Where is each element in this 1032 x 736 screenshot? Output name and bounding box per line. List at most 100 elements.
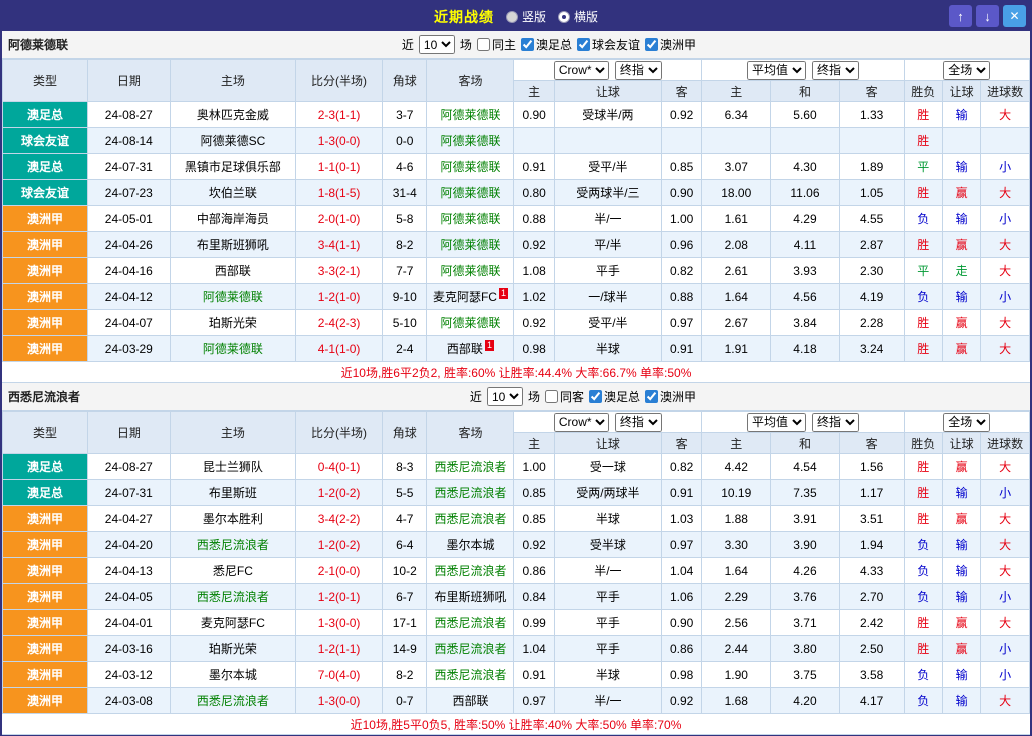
filter-checkbox-input[interactable] — [577, 38, 590, 51]
filter-checkbox-label: 澳洲甲 — [660, 36, 696, 53]
filter-checkbox-input[interactable] — [645, 390, 658, 403]
handicap-line: 受平/半 — [554, 310, 661, 336]
overunder-result-cell: 大 — [981, 102, 1030, 128]
radio-horizontal[interactable]: 横版 — [558, 8, 598, 25]
handicap-away-odds: 0.92 — [661, 102, 701, 128]
move-up-button[interactable]: ↑ — [949, 5, 972, 27]
handicap-line: 受半球 — [554, 532, 661, 558]
match-date: 24-04-20 — [87, 532, 170, 558]
result-cell: 负 — [904, 284, 942, 310]
odds-provider-select[interactable]: Crow* — [554, 61, 609, 80]
euro-draw-odds — [771, 128, 840, 154]
radio-horizontal-icon[interactable] — [558, 11, 570, 23]
radio-vertical-icon[interactable] — [506, 11, 518, 23]
recent-count-select[interactable]: 10 — [487, 387, 523, 406]
filter-checkbox[interactable]: 同客 — [545, 388, 584, 405]
odds-provider-select[interactable]: Crow* — [554, 413, 609, 432]
section-header: 阿德莱德联 近10场同主澳足总球会友谊澳洲甲 — [2, 31, 1030, 59]
corner-cell: 14-9 — [383, 636, 427, 662]
recent-count-select[interactable]: 10 — [419, 35, 455, 54]
titlebar-buttons: ↑ ↓ ✕ — [949, 5, 1026, 27]
euro-final-select[interactable]: 终指 — [812, 413, 859, 432]
results-body: 澳足总 24-08-27 奥林匹克金威 2-3(1-1) 3-7 阿德莱德联 0… — [3, 102, 1030, 362]
odds-final-select[interactable]: 终指 — [615, 61, 662, 80]
score-cell: 3-3(2-1) — [296, 258, 383, 284]
score-cell: 2-0(1-0) — [296, 206, 383, 232]
handicap-result-cell: 赢 — [942, 454, 980, 480]
table-row: 澳洲甲 24-03-16 珀斯光荣 1-2(1-1) 14-9 西悉尼流浪者 1… — [3, 636, 1030, 662]
handicap-home-odds: 0.85 — [514, 480, 554, 506]
euro-draw-odds: 4.20 — [771, 688, 840, 714]
team-name: 西悉尼流浪者 — [434, 616, 506, 630]
filter-checkbox-input[interactable] — [645, 38, 658, 51]
handicap-result-cell: 赢 — [942, 180, 980, 206]
filter-checkbox[interactable]: 同主 — [477, 36, 516, 53]
euro-away-odds: 1.89 — [839, 154, 904, 180]
match-date: 24-04-27 — [87, 506, 170, 532]
filter-checkbox[interactable]: 澳洲甲 — [645, 36, 696, 53]
filter-checkbox-label: 同主 — [492, 36, 516, 53]
euro-away-odds: 1.94 — [839, 532, 904, 558]
handicap-line: 半/一 — [554, 688, 661, 714]
euro-away-odds: 4.19 — [839, 284, 904, 310]
home-team-cell: 坎伯兰联 — [170, 180, 295, 206]
section-team-name: 阿德莱德联 — [8, 36, 68, 53]
sub-result: 胜负 — [904, 433, 942, 454]
score-cell: 1-3(0-0) — [296, 128, 383, 154]
move-down-button[interactable]: ↓ — [976, 5, 999, 27]
euro-draw-odds: 11.06 — [771, 180, 840, 206]
odds-final-select[interactable]: 终指 — [615, 413, 662, 432]
filter-checkbox[interactable]: 球会友谊 — [577, 36, 640, 53]
result-cell: 胜 — [904, 454, 942, 480]
scope-select[interactable]: 全场 — [943, 413, 990, 432]
filter-checkbox-input[interactable] — [545, 390, 558, 403]
section-team-name: 西悉尼流浪者 — [8, 388, 80, 405]
handicap-line: 受两/两球半 — [554, 480, 661, 506]
titlebar: 近期战绩 竖版 横版 ↑ ↓ ✕ — [2, 2, 1030, 31]
euro-away-odds: 2.87 — [839, 232, 904, 258]
col-score: 比分(半场) — [296, 60, 383, 102]
match-date: 24-07-31 — [87, 154, 170, 180]
filter-checkbox-input[interactable] — [521, 38, 534, 51]
filter-checkbox[interactable]: 澳足总 — [521, 36, 572, 53]
filter-checkbox-input[interactable] — [477, 38, 490, 51]
euro-draw-odds: 3.84 — [771, 310, 840, 336]
result-cell: 负 — [904, 206, 942, 232]
scope-select[interactable]: 全场 — [943, 61, 990, 80]
sub-goals-result: 进球数 — [981, 433, 1030, 454]
table-row: 澳洲甲 24-03-29 阿德莱德联 4-1(1-0) 2-4 西部联1 0.9… — [3, 336, 1030, 362]
close-button[interactable]: ✕ — [1003, 5, 1026, 27]
match-date: 24-04-01 — [87, 610, 170, 636]
filter-bar: 近10场同主澳足总球会友谊澳洲甲 — [402, 35, 696, 54]
euro-final-select[interactable]: 终指 — [812, 61, 859, 80]
team-name: 西悉尼流浪者 — [197, 694, 269, 708]
team-section: 西悉尼流浪者 近10场同客澳足总澳洲甲 类型 日期 主场 比分(半场) 角球 客… — [2, 383, 1030, 735]
league-badge: 澳洲甲 — [3, 336, 88, 362]
handicap-line: 受两球半/三 — [554, 180, 661, 206]
handicap-away-odds: 1.06 — [661, 584, 701, 610]
filter-checkbox[interactable]: 澳洲甲 — [645, 388, 696, 405]
team-name: 阿德莱德联 — [440, 212, 500, 226]
result-cell: 负 — [904, 584, 942, 610]
scope-select-cell: 全场 — [904, 60, 1029, 81]
result-cell: 负 — [904, 662, 942, 688]
score-cell: 4-1(1-0) — [296, 336, 383, 362]
euro-draw-odds: 3.80 — [771, 636, 840, 662]
home-team-cell: 布里斯班 — [170, 480, 295, 506]
filter-checkbox[interactable]: 澳足总 — [589, 388, 640, 405]
home-team-cell: 中部海岸海员 — [170, 206, 295, 232]
table-row: 澳洲甲 24-03-12 墨尔本城 7-0(4-0) 8-2 西悉尼流浪者 0.… — [3, 662, 1030, 688]
close-icon: ✕ — [1009, 10, 1019, 22]
sub-eu-draw: 和 — [771, 81, 840, 102]
handicap-away-odds: 0.91 — [661, 336, 701, 362]
euro-provider-select[interactable]: 平均值 — [747, 61, 806, 80]
corner-cell: 8-3 — [383, 454, 427, 480]
radio-vertical[interactable]: 竖版 — [506, 8, 546, 25]
euro-provider-select[interactable]: 平均值 — [747, 413, 806, 432]
filter-checkbox-input[interactable] — [589, 390, 602, 403]
table-row: 澳足总 24-08-27 昆士兰狮队 0-4(0-1) 8-3 西悉尼流浪者 1… — [3, 454, 1030, 480]
handicap-result-cell: 赢 — [942, 336, 980, 362]
handicap-result-cell: 输 — [942, 688, 980, 714]
handicap-home-odds: 1.08 — [514, 258, 554, 284]
table-row: 澳足总 24-07-31 布里斯班 1-2(0-2) 5-5 西悉尼流浪者 0.… — [3, 480, 1030, 506]
